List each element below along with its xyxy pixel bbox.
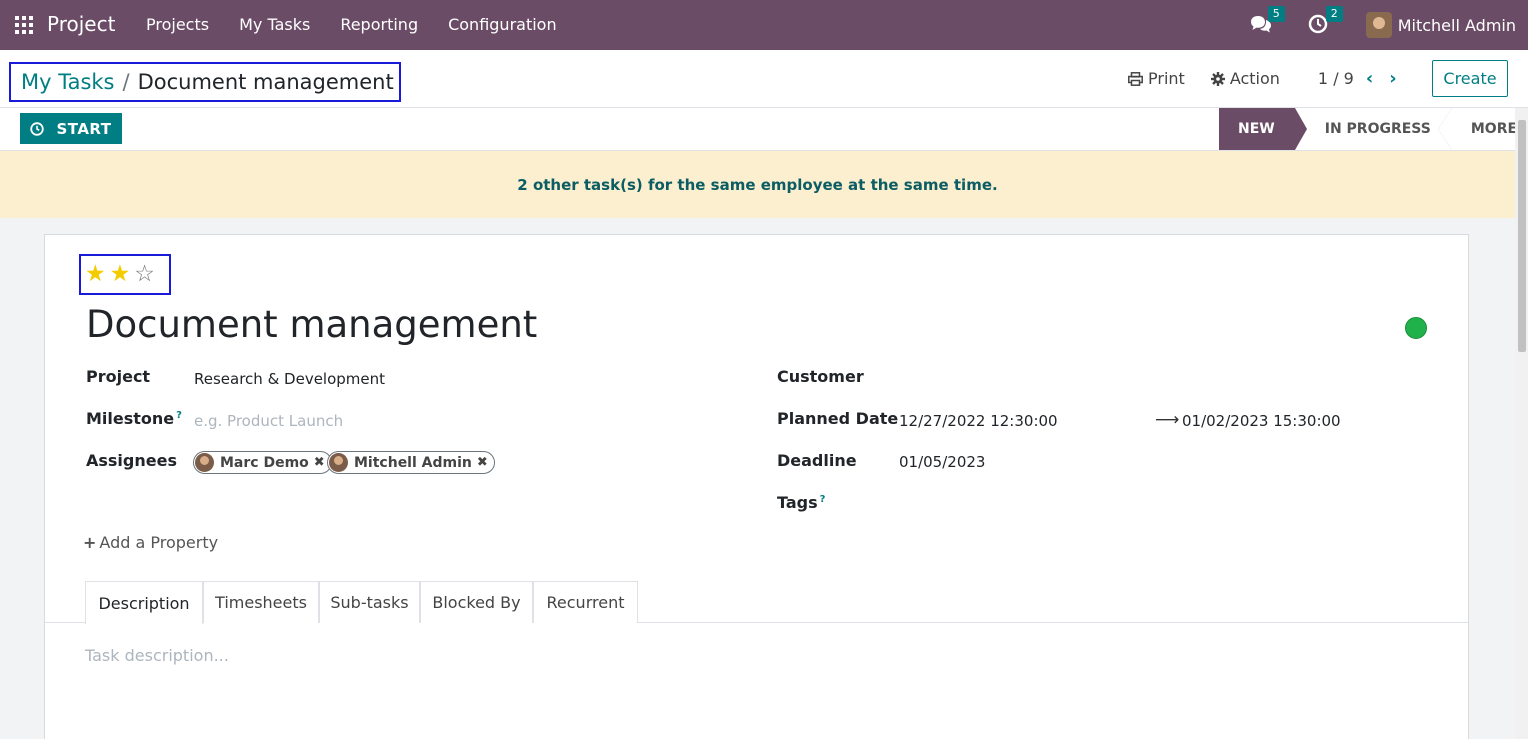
breadcrumb-separator: / — [122, 70, 130, 94]
tab-description[interactable]: Description — [85, 581, 203, 624]
plus-icon: + — [83, 533, 97, 552]
play-clock-icon — [30, 121, 45, 136]
start-label: START — [56, 119, 112, 138]
stage-new[interactable]: NEW — [1219, 108, 1307, 150]
tab-timesheets[interactable]: Timesheets — [203, 581, 319, 623]
stage-more-label: MORE — [1470, 121, 1518, 137]
overlap-warning-alert: 2 other task(s) for the same employee at… — [0, 151, 1515, 218]
milestone-label: Milestone — [86, 409, 175, 428]
control-panel: My Tasks / Document management Print Act… — [0, 50, 1528, 108]
print-button[interactable]: Print — [1128, 69, 1185, 88]
tags-label: Tags — [777, 493, 818, 512]
form-sheet: ★ ★ ☆ Document management Project Resear… — [44, 234, 1469, 739]
avatar — [195, 453, 214, 472]
menu-item-my-tasks[interactable]: My Tasks — [239, 15, 310, 34]
assignee-tag: Marc Demo ✖ — [193, 451, 332, 474]
remove-tag-icon[interactable]: ✖ — [477, 455, 488, 470]
messages-count-badge: 5 — [1267, 6, 1285, 22]
pager-value[interactable]: 1 / 9 — [1318, 69, 1354, 88]
activities-button[interactable]: 2 — [1308, 6, 1343, 36]
print-label: Print — [1148, 69, 1185, 88]
printer-icon — [1128, 71, 1143, 86]
breadcrumb-current: Document management — [137, 70, 394, 94]
user-avatar[interactable] — [1365, 12, 1392, 38]
main-menu: Projects My Tasks Reporting Configuratio… — [146, 15, 587, 34]
star-filled-icon[interactable]: ★ — [85, 263, 106, 286]
project-field[interactable]: Research & Development — [194, 370, 385, 388]
milestone-field[interactable]: e.g. Product Launch — [194, 412, 343, 430]
clock-icon — [1308, 14, 1327, 34]
deadline-label: Deadline — [777, 451, 857, 470]
top-navbar: Project Projects My Tasks Reporting Conf… — [0, 0, 1528, 50]
action-label: Action — [1229, 69, 1280, 88]
star-empty-icon[interactable]: ☆ — [134, 263, 155, 286]
record-actions: Print Action 1 / 9 ‹ › — [1128, 68, 1413, 89]
pager-previous-icon[interactable]: ‹ — [1366, 68, 1373, 89]
alert-text: 2 other task(s) for the same employee at… — [517, 175, 998, 194]
planned-date-label: Planned Date — [777, 409, 899, 428]
apps-menu-icon[interactable] — [15, 16, 33, 34]
user-menu[interactable]: Mitchell Admin — [1398, 16, 1516, 35]
milestone-label-wrap: Milestone? — [86, 409, 182, 428]
breadcrumb-my-tasks[interactable]: My Tasks — [21, 70, 115, 94]
project-label: Project — [86, 367, 151, 386]
tab-recurrent[interactable]: Recurrent — [533, 581, 638, 623]
page-scrollbar[interactable] — [1515, 108, 1528, 739]
deadline-field[interactable]: 01/05/2023 — [899, 453, 985, 471]
menu-item-reporting[interactable]: Reporting — [340, 15, 418, 34]
avatar — [329, 453, 348, 472]
messages-button[interactable]: 5 — [1250, 6, 1285, 36]
customer-label: Customer — [777, 367, 864, 386]
gear-icon — [1210, 71, 1225, 86]
tab-blocked-by[interactable]: Blocked By — [420, 581, 533, 623]
app-brand[interactable]: Project — [47, 12, 115, 36]
systray: 5 2 Mitchell Admin — [1250, 0, 1516, 50]
menu-item-configuration[interactable]: Configuration — [448, 15, 557, 34]
pager-next-icon[interactable]: › — [1389, 68, 1396, 89]
add-property-button[interactable]: + Add a Property — [83, 533, 218, 552]
customer-field[interactable] — [898, 367, 1298, 389]
remove-tag-icon[interactable]: ✖ — [314, 455, 325, 470]
task-title-input[interactable]: Document management — [86, 303, 537, 346]
statusbar: START NEW IN PROGRESS MORE — [0, 108, 1528, 151]
pager: 1 / 9 ‹ › — [1318, 68, 1413, 89]
description-editor[interactable]: Task description... — [85, 646, 229, 665]
activities-count-badge: 2 — [1325, 6, 1343, 22]
stage-selector: NEW IN PROGRESS MORE — [1219, 108, 1528, 150]
assignee-name: Marc Demo — [220, 454, 309, 471]
breadcrumb: My Tasks / Document management — [9, 62, 401, 102]
menu-item-projects[interactable]: Projects — [146, 15, 209, 34]
arrow-right-icon: ⟶ — [1155, 410, 1180, 430]
create-button[interactable]: Create — [1432, 60, 1508, 97]
priority-widget: ★ ★ ☆ — [79, 254, 171, 295]
assignee-tag: Mitchell Admin ✖ — [327, 451, 495, 474]
planned-start-field[interactable]: 12/27/2022 12:30:00 — [899, 412, 1058, 430]
kanban-state-indicator[interactable] — [1405, 317, 1427, 339]
start-timer-button[interactable]: START — [20, 113, 122, 144]
tags-label-wrap: Tags? — [777, 493, 825, 512]
tags-field[interactable] — [898, 493, 1298, 515]
milestone-help-icon[interactable]: ? — [176, 410, 182, 421]
tab-sub-tasks[interactable]: Sub-tasks — [319, 581, 420, 623]
planned-end-field[interactable]: 01/02/2023 15:30:00 — [1182, 412, 1341, 430]
assignees-label: Assignees — [86, 451, 177, 470]
stage-in-progress[interactable]: IN PROGRESS — [1295, 108, 1452, 150]
scrollbar-thumb[interactable] — [1518, 120, 1526, 352]
star-filled-icon[interactable]: ★ — [110, 263, 131, 286]
add-property-label: Add a Property — [99, 533, 219, 552]
assignee-name: Mitchell Admin — [354, 454, 472, 471]
action-button[interactable]: Action — [1210, 69, 1280, 88]
notebook-tabs: Description Timesheets Sub-tasks Blocked… — [45, 581, 1468, 624]
tags-help-icon[interactable]: ? — [820, 494, 826, 505]
